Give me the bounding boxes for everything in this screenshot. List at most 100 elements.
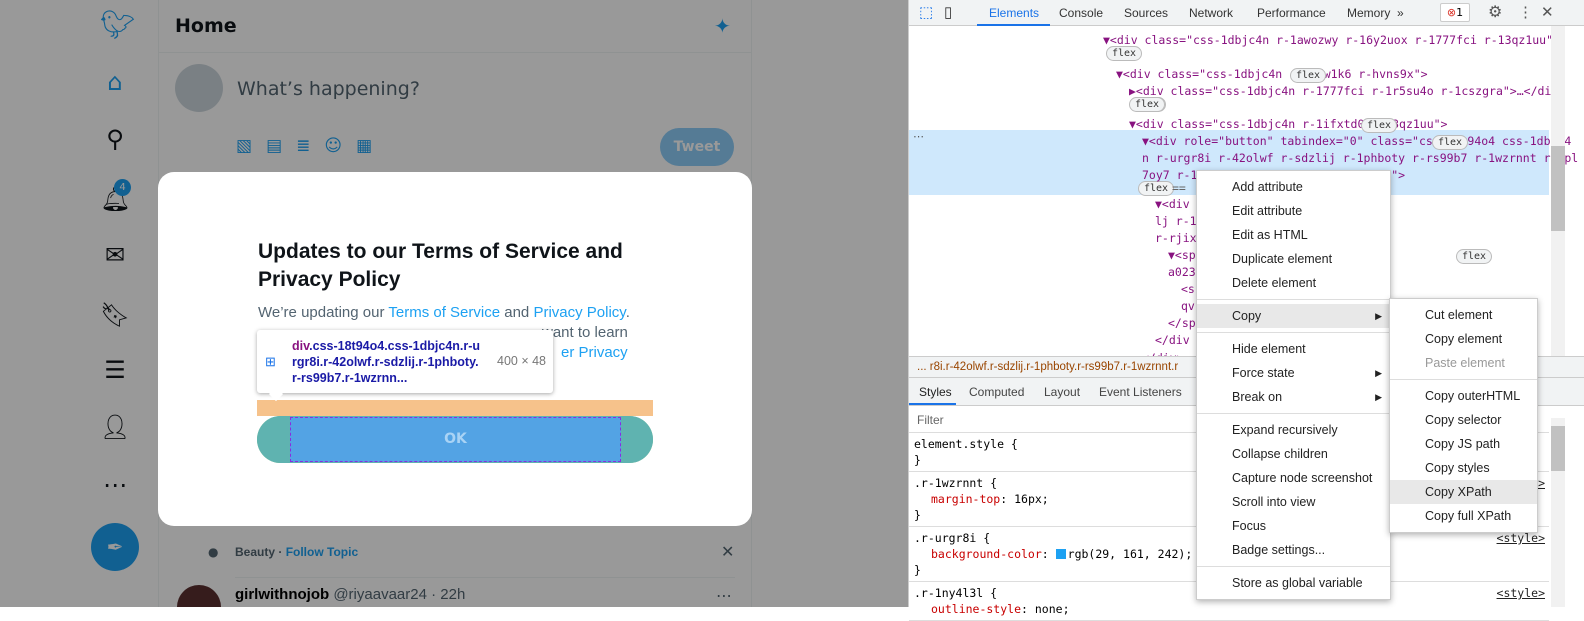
colon: : bbox=[1000, 492, 1015, 506]
menu-separator bbox=[1197, 566, 1390, 567]
subtab-event-listeners[interactable]: Event Listeners bbox=[1099, 385, 1182, 399]
menu-item-copy-element[interactable]: Copy element bbox=[1390, 327, 1537, 351]
tab-performance[interactable]: Performance bbox=[1257, 0, 1326, 26]
tooltip-classes: .css-18t94o4.css-1dbjc4n.r-urgr8i.r-42ol… bbox=[292, 339, 481, 385]
color-swatch[interactable] bbox=[1055, 549, 1066, 559]
dom-node[interactable]: </div bbox=[1155, 333, 1190, 347]
menu-item-label: Capture node screenshot bbox=[1232, 471, 1373, 485]
subtab-layout[interactable]: Layout bbox=[1044, 385, 1080, 399]
menu-item-force-state[interactable]: Force state ▶ bbox=[1197, 361, 1390, 385]
dom-node[interactable]: </sp bbox=[1168, 316, 1196, 330]
menu-item-label: Copy full XPath bbox=[1425, 509, 1512, 523]
menu-item-duplicate-element[interactable]: Duplicate element bbox=[1197, 247, 1390, 271]
menu-item-delete-element[interactable]: Delete element bbox=[1197, 271, 1390, 295]
tab-elements[interactable]: Elements bbox=[989, 0, 1039, 26]
menu-separator bbox=[1197, 299, 1390, 300]
tooltip-tag: div bbox=[292, 339, 310, 353]
styles-filter-input[interactable]: Filter bbox=[913, 409, 1203, 431]
inspect-element-icon[interactable]: ⬚ bbox=[919, 0, 933, 26]
menu-separator bbox=[1390, 379, 1537, 380]
property-value[interactable]: none; bbox=[1035, 602, 1070, 616]
menu-item-label: Badge settings... bbox=[1232, 543, 1326, 557]
menu-item-edit-as-html[interactable]: Edit as HTML bbox=[1197, 223, 1390, 247]
property-name[interactable]: outline-style bbox=[931, 602, 1021, 616]
flex-badge[interactable]: flex bbox=[1290, 68, 1327, 83]
close-devtools-icon[interactable]: ✕ bbox=[1541, 0, 1554, 26]
ok-button[interactable]: OK bbox=[257, 416, 653, 463]
menu-item-hide-element[interactable]: Hide element bbox=[1197, 337, 1390, 361]
flex-badge[interactable]: flex bbox=[1129, 97, 1166, 112]
property-value[interactable]: 16px; bbox=[1014, 492, 1049, 506]
dom-node[interactable]: n r-urgr8i r-42olwf r-sdzlij r-1phboty r… bbox=[1142, 151, 1578, 165]
menu-item-add-attribute[interactable]: Add attribute bbox=[1197, 175, 1390, 199]
menu-item-label: Hide element bbox=[1232, 342, 1306, 356]
menu-item-capture-node-screenshot[interactable]: Capture node screenshot bbox=[1197, 466, 1390, 490]
menu-item-focus[interactable]: Focus bbox=[1197, 514, 1390, 538]
menu-item-edit-attribute[interactable]: Edit attribute bbox=[1197, 199, 1390, 223]
menu-item-collapse-children[interactable]: Collapse children bbox=[1197, 442, 1390, 466]
menu-item-label: Break on bbox=[1232, 390, 1283, 404]
flex-badge[interactable]: flex bbox=[1456, 249, 1493, 264]
menu-item-label: Add attribute bbox=[1232, 180, 1303, 194]
dom-node[interactable]: ▶<div class="css-1dbjc4n r-1777fci r-1r5… bbox=[1129, 84, 1565, 98]
styles-scrollbar[interactable] bbox=[1551, 418, 1565, 607]
tab-sources[interactable]: Sources bbox=[1124, 0, 1168, 26]
menu-item-copy[interactable]: Copy ▶ bbox=[1197, 304, 1390, 328]
style-source-link[interactable]: <style> bbox=[1497, 585, 1545, 601]
submenu-arrow-icon: ▶ bbox=[1375, 311, 1382, 321]
colon: : bbox=[1041, 547, 1056, 561]
flex-badge[interactable]: flex bbox=[1361, 118, 1398, 133]
context-menu: Add attribute Edit attribute Edit as HTML D… bbox=[1196, 170, 1391, 600]
menu-item-copy-outerhtml[interactable]: Copy outerHTML bbox=[1390, 384, 1537, 408]
menu-item-cut-element[interactable]: Cut element bbox=[1390, 303, 1537, 327]
menu-item-label: Scroll into view bbox=[1232, 495, 1316, 509]
subtab-computed[interactable]: Computed bbox=[969, 385, 1024, 399]
privacy-link[interactable]: Privacy Policy bbox=[533, 304, 625, 321]
dom-node[interactable]: ▼<div class="css-1dbjc4n r-1ifxtd0 r-13q… bbox=[1129, 117, 1448, 131]
menu-item-break-on[interactable]: Break on ▶ bbox=[1197, 385, 1390, 409]
body-text: and bbox=[500, 304, 534, 321]
menu-item-label: Edit attribute bbox=[1232, 204, 1303, 218]
menu-item-label: Collapse children bbox=[1232, 447, 1328, 461]
dom-node[interactable]: ▼<div role="button" tabindex="0" class="… bbox=[1142, 134, 1571, 148]
property-name[interactable]: margin-top bbox=[931, 492, 1000, 506]
dom-node[interactable]: ▼<div class="css-1dbjc4n r-1ydw1k6 r-hvn… bbox=[1116, 67, 1428, 81]
menu-item-label: Copy bbox=[1232, 309, 1262, 323]
menu-item-copy-js-path[interactable]: Copy JS path bbox=[1390, 432, 1537, 456]
menu-item-store-as-global-variable[interactable]: Store as global variable bbox=[1197, 571, 1390, 595]
menu-item-paste-element[interactable]: Paste element bbox=[1390, 351, 1537, 375]
property-name[interactable]: background-color bbox=[931, 547, 1042, 561]
menu-item-badge-settings[interactable]: Badge settings... bbox=[1197, 538, 1390, 562]
menu-item-copy-selector[interactable]: Copy selector bbox=[1390, 408, 1537, 432]
menu-item-copy-styles[interactable]: Copy styles bbox=[1390, 456, 1537, 480]
error-counter[interactable]: ⊗1 bbox=[1440, 3, 1470, 22]
tab-console[interactable]: Console bbox=[1059, 0, 1103, 26]
selected-node-marker: == bbox=[1172, 181, 1186, 195]
menu-item-label: Copy outerHTML bbox=[1425, 389, 1521, 403]
menu-item-label: Expand recursively bbox=[1232, 423, 1338, 437]
menu-item-expand-recursively[interactable]: Expand recursively bbox=[1197, 418, 1390, 442]
menu-item-scroll-into-view[interactable]: Scroll into view bbox=[1197, 490, 1390, 514]
flex-badge[interactable]: flex bbox=[1138, 181, 1175, 196]
more-tabs-button[interactable]: » bbox=[1397, 0, 1404, 26]
menu-item-label: Copy XPath bbox=[1425, 485, 1492, 499]
tab-memory[interactable]: Memory bbox=[1347, 0, 1390, 26]
flex-badge[interactable]: flex bbox=[1432, 135, 1469, 150]
device-toggle-icon[interactable]: ▯ bbox=[944, 0, 952, 26]
tos-link[interactable]: Terms of Service bbox=[388, 304, 500, 321]
property-value[interactable]: rgb(29, 161, 242); bbox=[1068, 547, 1193, 561]
dom-node[interactable]: ▼<div class="css-1dbjc4n r-1awozwy r-16y… bbox=[1103, 33, 1560, 47]
flex-badge[interactable]: flex bbox=[1106, 46, 1143, 61]
error-icon: ⊗ bbox=[1446, 6, 1457, 19]
body-text: We’re updating our bbox=[258, 304, 389, 321]
tab-network[interactable]: Network bbox=[1189, 0, 1233, 26]
menu-item-copy-xpath[interactable]: Copy XPath bbox=[1390, 480, 1537, 504]
menu-item-copy-full-xpath[interactable]: Copy full XPath bbox=[1390, 504, 1537, 528]
settings-gear-icon[interactable]: ⚙ bbox=[1488, 0, 1502, 26]
style-property[interactable]: outline-style: none; bbox=[914, 601, 1544, 617]
dom-node[interactable]: qv bbox=[1181, 299, 1195, 313]
tree-scrollbar[interactable] bbox=[1551, 26, 1565, 356]
subtab-styles[interactable]: Styles bbox=[919, 385, 952, 399]
kebab-menu-icon[interactable]: ⋮ bbox=[1518, 0, 1533, 26]
tooltip-size: 400 × 48 bbox=[497, 354, 547, 368]
